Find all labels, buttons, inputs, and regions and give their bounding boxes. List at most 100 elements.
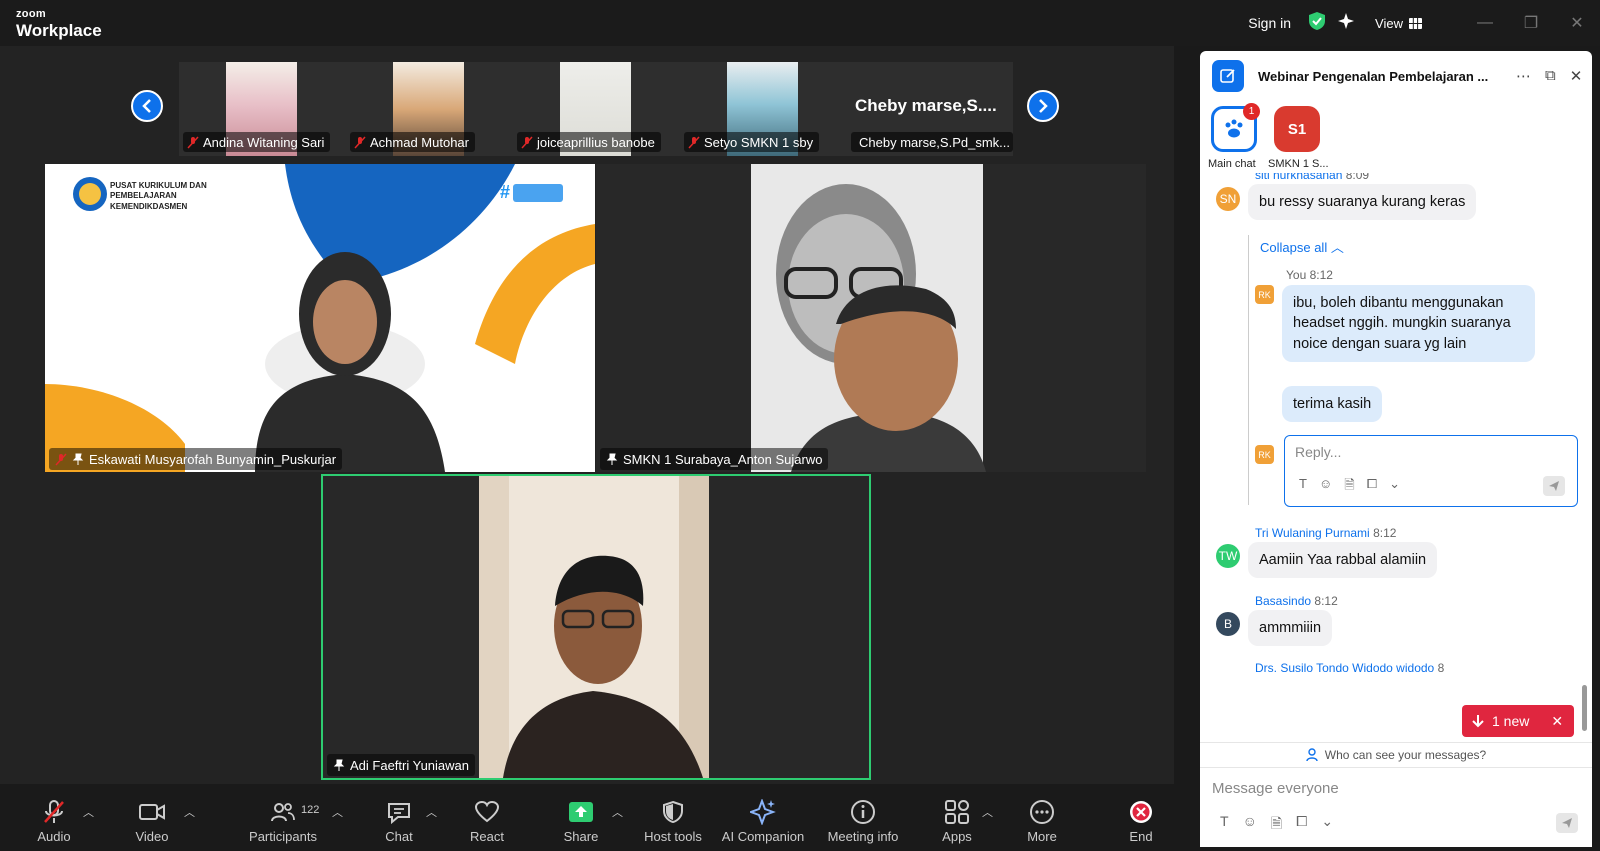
send-icon (1549, 481, 1559, 491)
react-button[interactable]: React (442, 798, 532, 844)
emoji-icon[interactable]: ☺ (1243, 813, 1257, 837)
tile-name: SMKN 1 Surabaya_Anton Sujarwo (623, 451, 823, 467)
message-bubble: ammmiiin (1248, 610, 1333, 647)
dismiss-icon[interactable]: ✕ (1551, 713, 1563, 730)
privacy-info-button[interactable]: Who can see your messages? (1200, 742, 1592, 768)
chat-options-caret[interactable]: ︿ (426, 804, 437, 820)
thumbnail-name: Setyo SMKN 1 sby (704, 134, 814, 150)
camera-icon (139, 804, 165, 820)
thumbnail-label: joiceaprillius banobe (517, 132, 661, 152)
format-text-icon[interactable]: T (1299, 476, 1307, 498)
restore-icon[interactable]: ❐ (1508, 13, 1554, 33)
file-icon[interactable]: 🗎 (1344, 476, 1354, 498)
privacy-label: Who can see your messages? (1324, 748, 1487, 762)
format-text-icon[interactable]: T (1220, 813, 1229, 837)
message-bubble: terima kasih (1282, 386, 1383, 423)
send-button[interactable] (1556, 813, 1578, 833)
screenshot-icon[interactable]: ⧠ (1296, 813, 1307, 837)
more-button[interactable]: More (997, 798, 1087, 844)
prev-page-button[interactable] (131, 90, 163, 122)
thumbnail-3[interactable]: joiceaprillius banobe (513, 62, 679, 156)
ai-companion-label: AI Companion (721, 829, 805, 844)
emoji-icon[interactable]: ☺ (1319, 476, 1332, 498)
mic-off-icon (688, 135, 700, 149)
chat-tabs: 1 Main chat S1 SMKN 1 S... (1200, 103, 1592, 172)
chevron-down-icon[interactable]: ⌄ (1321, 813, 1333, 837)
thumbnail-label: Setyo SMKN 1 sby (684, 132, 820, 152)
end-label: End (1129, 829, 1153, 844)
tab-smkn-1-label: SMKN 1 S... (1268, 158, 1329, 170)
view-button[interactable]: View (1375, 16, 1422, 31)
minimize-icon[interactable]: — (1462, 14, 1508, 32)
tile-name-label: Eskawati Musyarofah Bunyamin_Puskurjar (49, 448, 343, 470)
participants-options-caret[interactable]: ︿ (332, 804, 343, 820)
thumbnail-4[interactable]: Setyo SMKN 1 sby (680, 62, 846, 156)
apps-icon (945, 800, 969, 824)
pop-out-icon[interactable]: ⧉ (1545, 67, 1556, 85)
new-messages-button[interactable]: 1 new ✕ (1462, 705, 1574, 737)
arrow-down-icon (1472, 715, 1484, 728)
participants-label: Participants (249, 829, 317, 844)
video-area: Andina Witaning Sari Achmad Mutohar joic… (0, 46, 1174, 784)
reply-send-button[interactable] (1543, 476, 1565, 496)
message-bubble: Aamiin Yaa rabbal alamiin (1248, 542, 1438, 579)
audio-label: Audio (37, 829, 71, 844)
host-tools-button[interactable]: Host tools (628, 798, 718, 844)
video-tile-eskawati[interactable]: # PUSAT KURIKULUM DAN PEMBELAJARAN KEMEN… (45, 164, 595, 472)
close-chat-icon[interactable]: ✕ (1570, 67, 1583, 85)
reply-input[interactable]: Reply... T ☺ 🗎 ⧠ ⌄ (1284, 435, 1578, 507)
chat-title: Webinar Pengenalan Pembelajaran ... (1258, 68, 1489, 84)
thumbnail-5[interactable]: Cheby marse,S.... Cheby marse,S.Pd_smk..… (847, 62, 1013, 156)
video-label: Video (135, 829, 169, 844)
end-meeting-button[interactable]: End (1096, 798, 1186, 844)
thumbnail-1[interactable]: Andina Witaning Sari (179, 62, 345, 156)
ai-sparkle-icon (750, 799, 776, 825)
banner-text: PUSAT KURIKULUM DAN PEMBELAJARAN KEMENDI… (110, 181, 207, 212)
avatar: TW (1216, 544, 1240, 568)
meeting-info-button[interactable]: Meeting info (818, 798, 908, 844)
thumbnail-label: Achmad Mutohar (350, 132, 475, 152)
banner-line-2: PEMBELAJARAN (110, 191, 177, 201)
thumbnail-label: Andina Witaning Sari (183, 132, 331, 152)
security-shield-icon[interactable] (1307, 11, 1327, 36)
collapse-all-button[interactable]: Collapse all ︿ (1260, 237, 1344, 256)
message-input[interactable]: Message everyone (1212, 780, 1339, 797)
group-paw-icon (1225, 119, 1243, 138)
audio-options-caret[interactable]: ︿ (83, 804, 94, 820)
sign-in-button[interactable]: Sign in (1248, 15, 1291, 31)
share-options-caret[interactable]: ︿ (612, 804, 623, 820)
apps-label: Apps (942, 829, 972, 844)
tab-main-chat[interactable]: 1 (1211, 103, 1260, 152)
thumbnail-2[interactable]: Achmad Mutohar (346, 62, 512, 156)
participant-video (751, 164, 986, 472)
pin-icon (333, 759, 345, 771)
video-tile-anton[interactable]: SMKN 1 Surabaya_Anton Sujarwo (596, 164, 1146, 472)
message-sender: Tri Wulaning Purnami 8:12 (1255, 526, 1397, 540)
logo-top: zoom (16, 8, 46, 20)
chat-scrollbar[interactable] (1582, 685, 1587, 731)
avatar: RK (1255, 285, 1274, 304)
mic-off-icon (55, 452, 67, 466)
chevron-down-icon[interactable]: ⌄ (1389, 476, 1400, 498)
file-icon[interactable]: 🗎 (1271, 813, 1282, 837)
ai-sparkle-icon[interactable] (1337, 12, 1355, 35)
more-options-icon[interactable]: ⋯ (1516, 67, 1531, 85)
video-tile-adi-active-speaker[interactable]: Adi Faeftri Yuniawan (321, 474, 871, 780)
zoom-logo: zoom Workplace (16, 8, 102, 40)
react-label: React (470, 829, 504, 844)
title-bar: zoom Workplace Sign in View — ❐ ✕ (0, 0, 1600, 46)
next-page-button[interactable] (1027, 90, 1059, 122)
screenshot-icon[interactable]: ⧠ (1367, 476, 1377, 498)
apps-options-caret[interactable]: ︿ (982, 804, 993, 820)
reply-placeholder: Reply... (1295, 444, 1342, 460)
mic-off-icon (187, 135, 199, 149)
tab-smkn-1[interactable]: S1 (1274, 106, 1320, 152)
ai-companion-button[interactable]: AI Companion (718, 798, 808, 844)
thumbnail-name: Andina Witaning Sari (203, 134, 325, 150)
share-screen-icon (569, 802, 593, 822)
new-chat-button[interactable] (1212, 60, 1244, 92)
video-options-caret[interactable]: ︿ (184, 804, 195, 820)
close-window-icon[interactable]: ✕ (1554, 13, 1600, 33)
chevron-left-icon (142, 99, 151, 113)
pin-icon (72, 453, 84, 465)
